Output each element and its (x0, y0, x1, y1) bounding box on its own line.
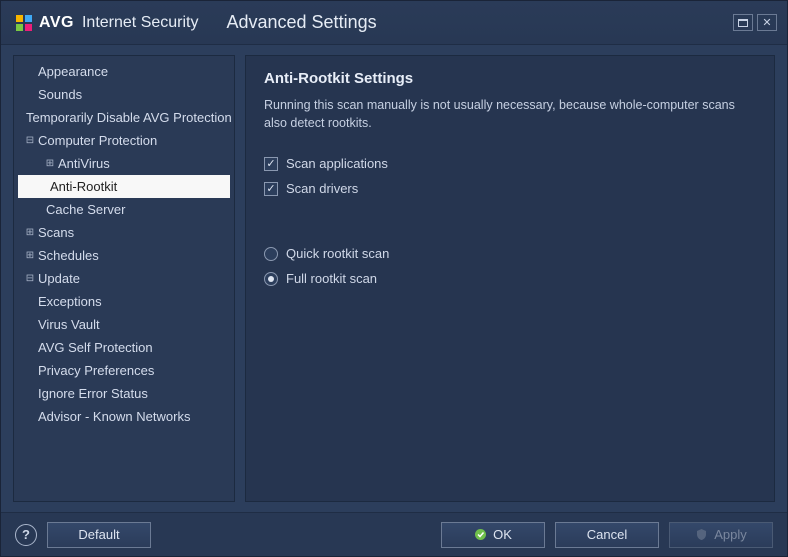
tree-item-label: AVG Self Protection (38, 338, 153, 357)
footer: ? Default OK Cancel Apply (1, 512, 787, 556)
tree-item-virus-vault[interactable]: Virus Vault (14, 313, 234, 336)
radio-button[interactable] (264, 247, 278, 261)
panel-description: Running this scan manually is not usuall… (264, 97, 756, 132)
tree-item-appearance[interactable]: Appearance (14, 60, 234, 83)
tree-item-cache-server[interactable]: Cache Server (14, 198, 234, 221)
settings-window: AVG Internet Security Advanced Settings … (0, 0, 788, 557)
checkbox-scan-drivers[interactable]: ✓ Scan drivers (264, 181, 756, 196)
tree-item-label: Advisor - Known Networks (38, 407, 190, 426)
checkbox-box[interactable]: ✓ (264, 157, 278, 171)
tree-item-label: Privacy Preferences (38, 361, 154, 380)
checkbox-scan-applications[interactable]: ✓ Scan applications (264, 156, 756, 171)
help-button[interactable]: ? (15, 524, 37, 546)
checkbox-label: Scan drivers (286, 181, 358, 196)
content-panel: Anti-Rootkit Settings Running this scan … (245, 55, 775, 502)
radio-quick-rootkit-scan[interactable]: Quick rootkit scan (264, 246, 756, 261)
panel-heading: Anti-Rootkit Settings (264, 70, 756, 87)
default-button[interactable]: Default (47, 522, 151, 548)
tree-item-label: AntiVirus (58, 154, 110, 173)
tree-item-label: Ignore Error Status (38, 384, 148, 403)
tree-item-avg-self-protection[interactable]: AVG Self Protection (14, 336, 234, 359)
tree-item-sounds[interactable]: Sounds (14, 83, 234, 106)
brand-text: AVG (39, 14, 74, 32)
tree-item-label: Scans (38, 223, 74, 242)
ok-button[interactable]: OK (441, 522, 545, 548)
titlebar: AVG Internet Security Advanced Settings … (1, 1, 787, 45)
radio-full-rootkit-scan[interactable]: Full rootkit scan (264, 271, 756, 286)
ok-icon (474, 528, 487, 541)
window-controls: ✕ (733, 14, 777, 31)
radio-button[interactable] (264, 272, 278, 286)
tree-item-advisor-known-networks[interactable]: Advisor - Known Networks (14, 405, 234, 428)
tree-item-label: Appearance (38, 62, 108, 81)
tree-item-label: Exceptions (38, 292, 102, 311)
checkbox-box[interactable]: ✓ (264, 182, 278, 196)
tree-item-label: Update (38, 269, 80, 288)
tree-item-temporarily-disable-avg-protection[interactable]: Temporarily Disable AVG Protection (14, 106, 234, 129)
tree-item-label: Virus Vault (38, 315, 100, 334)
body: Appearance Sounds Temporarily Disable AVG … (1, 45, 787, 512)
tree-item-anti-rootkit[interactable]: Anti-Rootkit (18, 175, 230, 198)
expand-icon[interactable]: ⊞ (24, 223, 36, 242)
tree-item-antivirus[interactable]: ⊞AntiVirus (14, 152, 234, 175)
brand-subtitle: Internet Security (82, 14, 199, 32)
tree-item-label: Schedules (38, 246, 99, 265)
expand-icon[interactable]: ⊞ (44, 154, 56, 173)
shield-icon (695, 528, 708, 541)
brand: AVG Internet Security (15, 14, 198, 32)
default-button-label: Default (78, 527, 119, 542)
tree-item-label: Anti-Rootkit (50, 177, 117, 196)
collapse-icon[interactable]: ⊟ (24, 269, 36, 288)
tree-item-ignore-error-status[interactable]: Ignore Error Status (14, 382, 234, 405)
collapse-icon[interactable]: ⊟ (24, 131, 36, 150)
maximize-button[interactable] (733, 14, 753, 31)
tree-item-label: Sounds (38, 85, 82, 104)
ok-button-label: OK (493, 527, 512, 542)
cancel-button[interactable]: Cancel (555, 522, 659, 548)
tree-item-label: Cache Server (46, 200, 125, 219)
radio-label: Full rootkit scan (286, 271, 377, 286)
apply-button-label: Apply (714, 527, 747, 542)
expand-icon[interactable]: ⊞ (24, 246, 36, 265)
apply-button[interactable]: Apply (669, 522, 773, 548)
close-button[interactable]: ✕ (757, 14, 777, 31)
tree-item-label: Computer Protection (38, 131, 157, 150)
tree-item-computer-protection[interactable]: ⊟Computer Protection (14, 129, 234, 152)
cancel-button-label: Cancel (587, 527, 627, 542)
window-title: Advanced Settings (226, 12, 376, 33)
tree-item-exceptions[interactable]: Exceptions (14, 290, 234, 313)
settings-tree[interactable]: Appearance Sounds Temporarily Disable AVG … (13, 55, 235, 502)
tree-item-schedules[interactable]: ⊞Schedules (14, 244, 234, 267)
tree-item-label: Temporarily Disable AVG Protection (26, 108, 232, 127)
tree-item-update[interactable]: ⊟Update (14, 267, 234, 290)
avg-logo-icon (15, 14, 33, 32)
radio-label: Quick rootkit scan (286, 246, 389, 261)
tree-item-scans[interactable]: ⊞Scans (14, 221, 234, 244)
tree-item-privacy-preferences[interactable]: Privacy Preferences (14, 359, 234, 382)
checkbox-label: Scan applications (286, 156, 388, 171)
